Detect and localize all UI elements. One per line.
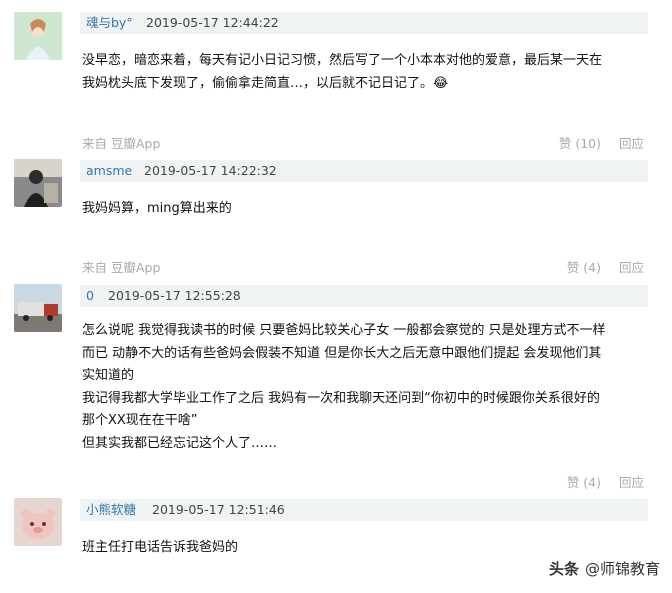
avatar[interactable] bbox=[14, 284, 62, 332]
comment-line: 没早恋，暗恋来着，每天有记小日记习惯，然后写了一个小本本对他的爱意，最后某一天在 bbox=[82, 53, 603, 68]
comment-meta: 魂与by° 2019-05-17 12:44:22 bbox=[80, 12, 648, 34]
source-label: 来自 豆瓣App bbox=[82, 136, 161, 151]
comment-line: 怎么说呢 我觉得我读书的时候 只要爸妈比较关心子女 一般都会察觉的 只是处理方式… bbox=[82, 323, 606, 338]
like-button[interactable]: 赞 (10) bbox=[559, 136, 601, 151]
timestamp: 2019-05-17 12:51:46 bbox=[152, 502, 285, 517]
comment-text: 怎么说呢 我觉得我读书的时候 只要爸妈比较关心子女 一般都会察觉的 只是处理方式… bbox=[82, 320, 652, 455]
comment-text: 我妈妈算，ming算出来的 bbox=[82, 198, 652, 221]
username-link[interactable]: 魂与by° bbox=[86, 12, 133, 34]
comment-meta: 0 2019-05-17 12:55:28 bbox=[80, 285, 648, 307]
comment-line: 实知道的 bbox=[82, 368, 135, 383]
watermark-text: @师锦教育 bbox=[584, 560, 660, 578]
comment-line: 但其实我都已经忘记这个人了…… bbox=[82, 435, 278, 451]
comment-text: 班主任打电话告诉我爸妈的 bbox=[82, 537, 652, 560]
watermark: 头条 @师锦教育 bbox=[549, 558, 660, 579]
avatar[interactable] bbox=[14, 159, 62, 207]
username-link[interactable]: 0 bbox=[86, 285, 94, 307]
comment-footer: 来自 豆瓣App 赞 (10) 回应 bbox=[82, 133, 644, 151]
avatar[interactable] bbox=[14, 498, 62, 546]
comment-line: 我妈枕头底下发现了，偷偷拿走简直…，以后就不记日记了。😂 bbox=[82, 75, 449, 91]
toutiao-logo: 头条 bbox=[548, 560, 579, 578]
like-button[interactable]: 赞 (4) bbox=[567, 260, 601, 275]
like-button[interactable]: 赞 (4) bbox=[567, 475, 601, 490]
source-label: 来自 豆瓣App bbox=[82, 260, 161, 275]
timestamp: 2019-05-17 14:22:32 bbox=[144, 163, 277, 178]
comment-footer: 赞 (4) 回应 bbox=[82, 472, 644, 490]
reply-button[interactable]: 回应 bbox=[619, 260, 644, 275]
timestamp: 2019-05-17 12:44:22 bbox=[146, 15, 279, 30]
reply-button[interactable]: 回应 bbox=[619, 475, 644, 490]
reply-button[interactable]: 回应 bbox=[619, 136, 644, 151]
comment-line: 而已 动静不大的话有些爸妈会假装不知道 但是你长大之后无意中跟他们提起 会发现他… bbox=[82, 345, 602, 361]
username-link[interactable]: amsme bbox=[86, 160, 132, 182]
timestamp: 2019-05-17 12:55:28 bbox=[108, 288, 241, 303]
comment-line: 那个XX现在在干啥” bbox=[82, 413, 198, 428]
comment-meta: amsme 2019-05-17 14:22:32 bbox=[80, 160, 648, 182]
avatar[interactable] bbox=[14, 12, 62, 60]
comment-line: 我记得我都大学毕业工作了之后 我妈有一次和我聊天还问到“你初中的时候跟你关系很好… bbox=[82, 390, 600, 406]
comment-footer: 来自 豆瓣App 赞 (4) 回应 bbox=[82, 257, 644, 275]
comment-line: 我妈妈算，ming算出来的 bbox=[82, 201, 232, 216]
username-link[interactable]: 小熊软糖 bbox=[86, 499, 136, 521]
comment-text: 没早恋，暗恋来着，每天有记小日记习惯，然后写了一个小本本对他的爱意，最后某一天在… bbox=[82, 50, 652, 95]
comment-meta: 小熊软糖 2019-05-17 12:51:46 bbox=[80, 499, 648, 521]
comment-line: 班主任打电话告诉我爸妈的 bbox=[82, 540, 239, 555]
